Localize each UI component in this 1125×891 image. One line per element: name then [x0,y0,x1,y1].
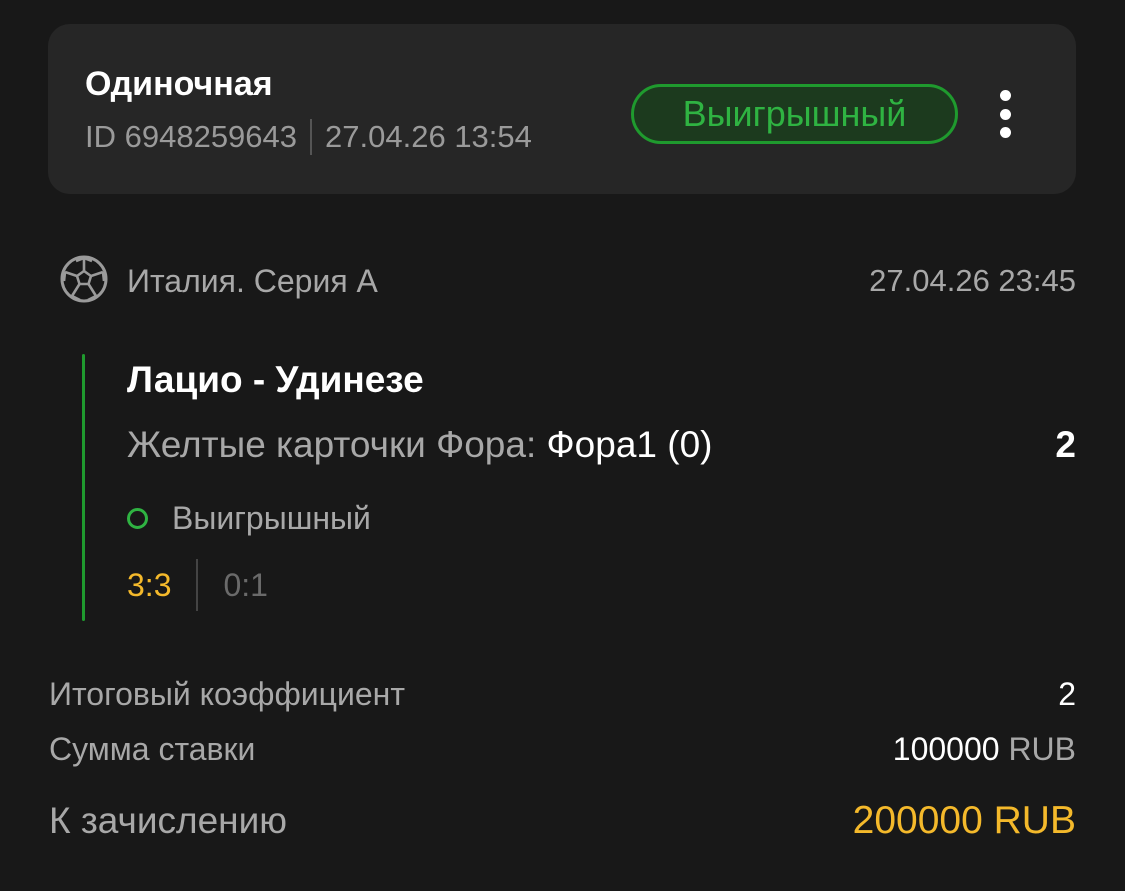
score-half: 0:1 [223,567,268,603]
bet-id: ID 6948259643 [85,119,298,154]
league-row: Италия. Серия А 27.04.26 23:45 [59,254,1076,306]
total-coef-row: Итоговый коэффициент 2 [49,672,1076,716]
score-final: 3:3 [127,567,172,603]
event-status-bar [82,354,85,621]
payout-label: К зачислению [49,800,288,841]
soccer-ball-icon [60,255,108,303]
match-datetime: 27.04.26 23:45 [869,263,1076,298]
event-teams: Лацио - Удинезе [127,359,424,400]
stake-label: Сумма ставки [49,730,256,767]
event-odds: 2 [1055,424,1076,465]
total-coef-label: Итоговый коэффициент [49,675,405,712]
market-outcome: Фора1 (0) [546,424,713,465]
event-block: Лацио - Удинезе Желтые карточки Фора: Фо… [82,354,1076,621]
meta-divider [310,119,313,155]
more-vertical-icon[interactable] [990,90,1020,138]
bet-meta: ID 6948259643 27.04.26 13:54 [85,119,532,155]
outcome-status: Выигрышный [127,498,371,538]
payout-value: 200000 RUB [852,799,1076,842]
score-row: 3:3 0:1 [127,559,268,611]
status-circle-icon [127,507,148,529]
total-coef-value: 2 [1058,675,1076,712]
bet-placed-datetime: 27.04.26 13:54 [325,119,532,154]
stake-currency: RUB [1008,730,1076,767]
stake-row: Сумма ставки 100000 RUB [49,727,1076,771]
payout-row: К зачислению 200000 RUB [49,795,1076,847]
bet-header-card: Одиночная ID 6948259643 27.04.26 13:54 В… [48,24,1076,194]
market-name: Желтые карточки Фора: [127,424,537,465]
market-row: Желтые карточки Фора: Фора1 (0) [127,422,712,468]
outcome-status-label: Выигрышный [172,500,371,536]
stake-value: 100000 RUB [893,731,1076,768]
stake-amount: 100000 [892,730,1000,767]
bet-status-badge: Выигрышный [631,84,958,144]
league-name: Италия. Серия А [127,263,378,299]
score-divider [196,559,199,611]
bet-type-title: Одиночная [85,65,273,103]
